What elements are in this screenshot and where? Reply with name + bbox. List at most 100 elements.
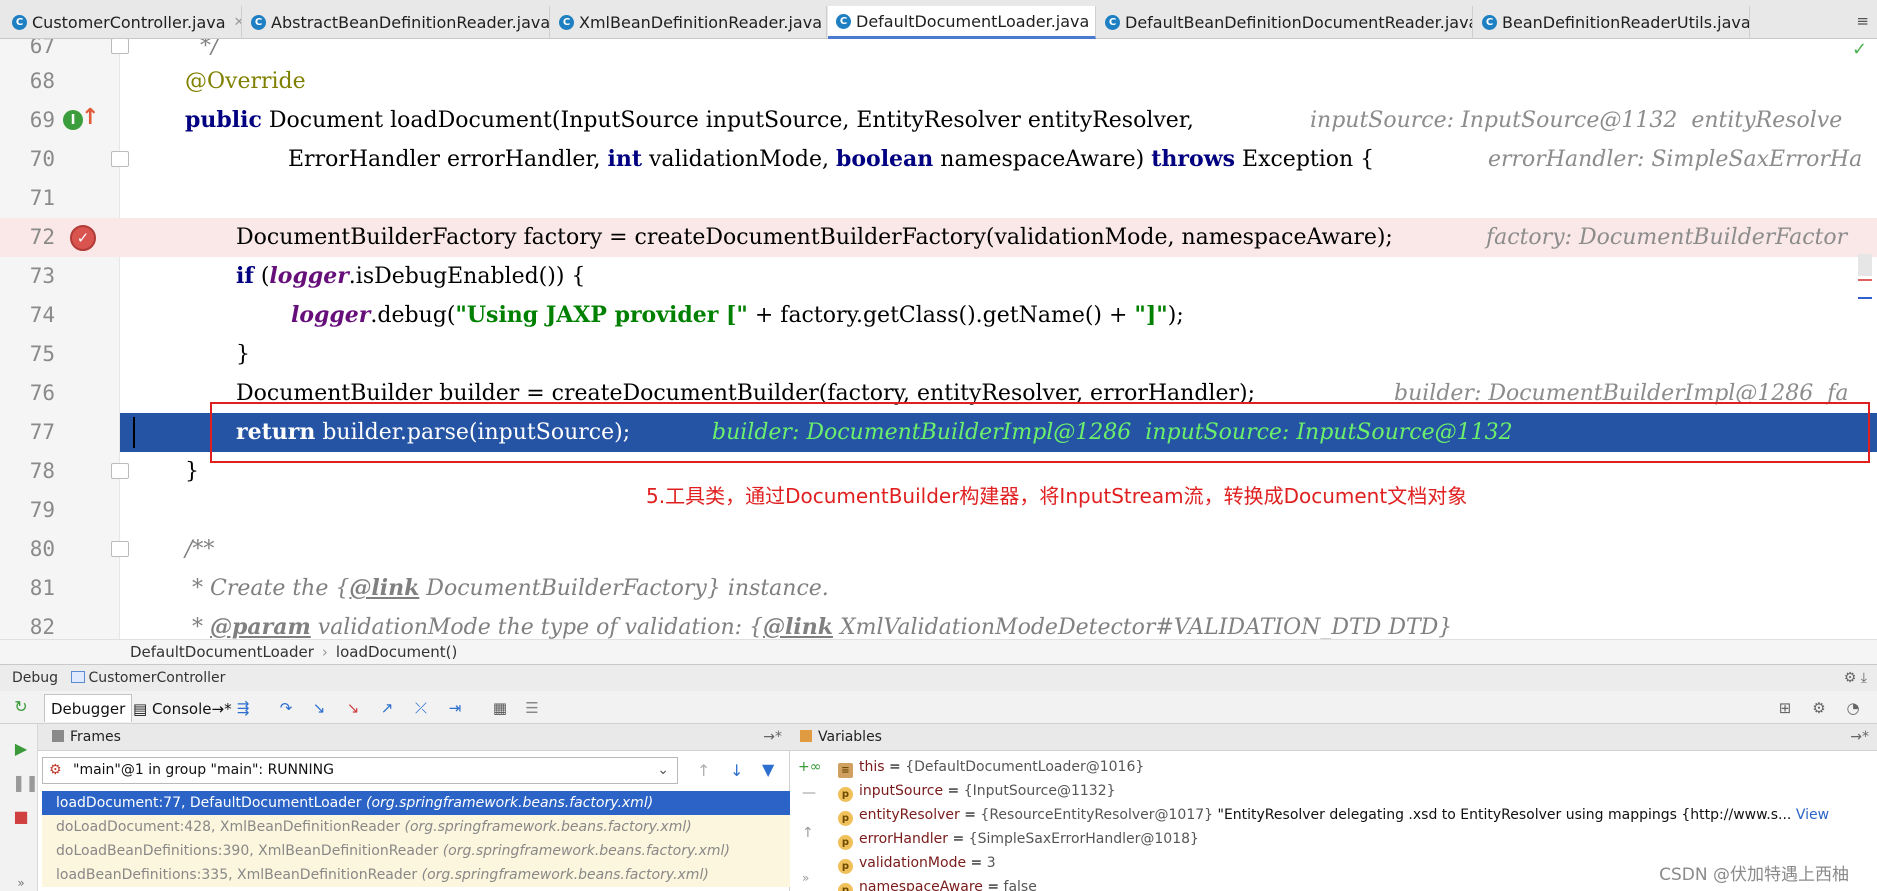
stop-icon[interactable]: ■ bbox=[12, 808, 30, 826]
tab-bean-definition-reader-utils[interactable]: C BeanDefinitionReaderUtils.java ✕ bbox=[1474, 6, 1750, 39]
tab-default-bean-definition-document-reader[interactable]: C DefaultBeanDefinitionDocumentReader.ja… bbox=[1097, 6, 1473, 39]
inspection-ok-icon[interactable]: ✓ bbox=[1852, 39, 1867, 60]
frame-row[interactable]: doLoadBeanDefinitions:390, XmlBeanDefini… bbox=[42, 839, 790, 863]
code-line: 70 ErrorHandler errorHandler, int valida… bbox=[0, 140, 1877, 179]
code-text: if (logger.isDebugEnabled()) { bbox=[236, 257, 585, 296]
fold-marker-icon[interactable] bbox=[111, 151, 129, 167]
view-link[interactable]: View bbox=[1796, 807, 1829, 823]
javadoc-tag: @link bbox=[349, 575, 420, 601]
tab-overflow-icon[interactable]: ≡ bbox=[1856, 12, 1869, 30]
javadoc-tag: @param bbox=[210, 614, 311, 639]
close-icon[interactable]: ✕ bbox=[234, 15, 241, 30]
thread-label: "main"@1 in group "main": RUNNING bbox=[73, 762, 334, 778]
tab-customer-controller[interactable]: C CustomerController.java ✕ bbox=[4, 6, 242, 39]
inline-debug-hint: builder: DocumentBuilderImpl@1286 inputS… bbox=[712, 420, 1513, 445]
line-number: 82 bbox=[29, 615, 55, 639]
tab-abstract-bean-definition-reader[interactable]: C AbstractBeanDefinitionReader.java ✕ bbox=[243, 6, 550, 39]
frame-up-icon[interactable]: ↑ bbox=[697, 761, 710, 780]
breadcrumb-separator-icon: › bbox=[321, 643, 328, 661]
code-segment: validationMode, bbox=[642, 147, 836, 172]
arrow-up-icon[interactable]: ↑ bbox=[81, 106, 99, 130]
settings-gear-icon[interactable]: ⚙ ⤓ bbox=[1844, 665, 1867, 691]
watermark: CSDN @伏加特遇上西柚 bbox=[1659, 865, 1849, 885]
code-line: 75 } bbox=[0, 335, 1877, 374]
step-out-icon[interactable]: ↗ bbox=[377, 698, 397, 718]
frames-title: Frames bbox=[70, 729, 121, 745]
force-step-into-icon[interactable]: ↘ bbox=[343, 698, 363, 718]
console-icon: ▤ bbox=[133, 700, 152, 718]
tab-label: DefaultDocumentLoader.java bbox=[856, 11, 1090, 31]
annotation-note: 5.工具类，通过DocumentBuilder构建器，将InputStream流… bbox=[646, 484, 1468, 508]
panel-pin-icon[interactable]: →* bbox=[1850, 724, 1869, 750]
frames-panel: ⚙ "main"@1 in group "main": RUNNING ⌄ ↑ … bbox=[38, 751, 790, 891]
fold-marker-icon[interactable] bbox=[111, 463, 129, 479]
variable-row[interactable]: ›pentityResolver = {ResourceEntityResolv… bbox=[838, 803, 1868, 827]
variable-row[interactable]: ›perrorHandler = {SimpleSaxErrorHandler@… bbox=[838, 827, 1868, 851]
scrollbar-thumb[interactable] bbox=[1858, 254, 1872, 276]
keyword: return bbox=[236, 419, 316, 445]
frame-row[interactable]: loadDocument:77, DefaultDocumentLoader (… bbox=[42, 791, 790, 815]
comment-text: * @param validationMode the type of vali… bbox=[185, 608, 1452, 639]
current-line-stripe-mark[interactable] bbox=[1858, 297, 1872, 299]
code-line: 81 * Create the {@link DocumentBuilderFa… bbox=[0, 569, 1877, 608]
more-icon[interactable]: » bbox=[802, 871, 809, 885]
breadcrumb-class[interactable]: DefaultDocumentLoader bbox=[130, 643, 314, 661]
code-text: return builder.parse(inputSource); bbox=[236, 413, 630, 452]
tab-default-document-loader[interactable]: C DefaultDocumentLoader.java ✕ bbox=[828, 6, 1096, 39]
rerun-icon[interactable]: ↻ bbox=[12, 698, 30, 716]
variable-row[interactable]: ›≡this = {DefaultDocumentLoader@1016} bbox=[838, 755, 1868, 779]
panel-pin-icon[interactable]: →* bbox=[763, 724, 782, 750]
annotation-text: @Override bbox=[185, 69, 306, 94]
code-segment: .debug( bbox=[370, 303, 456, 328]
implements-method-icon[interactable]: I bbox=[63, 110, 83, 130]
code-segment: ); bbox=[1167, 303, 1184, 328]
variable-name: errorHandler bbox=[859, 831, 949, 847]
show-execution-point-icon[interactable]: ⇶ bbox=[233, 698, 253, 718]
run-config-label[interactable]: CustomerController bbox=[70, 670, 225, 686]
pause-icon[interactable]: ❚❚ bbox=[12, 774, 39, 792]
run-to-cursor-icon[interactable]: ⇥ bbox=[445, 698, 465, 718]
more-icon[interactable]: » bbox=[12, 874, 30, 891]
inline-debug-hint: inputSource: InputSource@1132 entityReso… bbox=[1310, 108, 1843, 133]
resume-icon[interactable]: ▶ bbox=[12, 740, 30, 758]
breadcrumb-method[interactable]: loadDocument() bbox=[336, 643, 457, 661]
comment-text: * Create the {@link DocumentBuilderFacto… bbox=[185, 569, 829, 608]
evaluate-icon[interactable]: +∞ bbox=[798, 759, 821, 775]
error-stripe-mark[interactable] bbox=[1858, 279, 1872, 281]
tab-xml-bean-definition-reader[interactable]: C XmlBeanDefinitionReader.java ✕ bbox=[551, 6, 827, 39]
trace-icon[interactable]: ☰ bbox=[522, 698, 542, 718]
java-class-icon: C bbox=[12, 15, 27, 30]
tab-console[interactable]: ▤ Console→* bbox=[126, 694, 239, 722]
run-config-icon bbox=[70, 671, 85, 683]
tab-debugger[interactable]: Debugger bbox=[44, 694, 133, 722]
move-up-icon[interactable]: ↑ bbox=[802, 825, 814, 841]
step-into-icon[interactable]: ↘ bbox=[309, 698, 329, 718]
code-editor[interactable]: 67 */ 68 @Override 69 I ↑ public Documen… bbox=[0, 39, 1877, 639]
filter-icon[interactable]: ▼ bbox=[762, 760, 774, 779]
line-number: 77 bbox=[29, 420, 55, 444]
thread-selector[interactable]: ⚙ "main"@1 in group "main": RUNNING ⌄ bbox=[42, 757, 678, 784]
fold-marker-icon[interactable] bbox=[111, 541, 129, 557]
variable-value: {DefaultDocumentLoader@1016} bbox=[905, 759, 1145, 775]
tab-label: DefaultBeanDefinitionDocumentReader.java bbox=[1125, 13, 1473, 32]
frame-down-icon[interactable]: ↓ bbox=[730, 761, 743, 780]
variable-row[interactable]: ›pinputSource = {InputSource@1132} bbox=[838, 779, 1868, 803]
thread-icon: ⚙ bbox=[49, 762, 62, 778]
fold-marker-icon[interactable] bbox=[111, 39, 129, 54]
mute-breakpoints-icon[interactable]: ◔ bbox=[1843, 698, 1863, 718]
code-segment: namespaceAware) bbox=[933, 147, 1152, 172]
debug-toolbar: ↻ Debugger ▤ Console→* ⇶ ↷ ↘ ↘ ↗ ⤫ ⇥ ▦ ☰… bbox=[0, 691, 1877, 724]
evaluate-expression-icon[interactable]: ▦ bbox=[490, 698, 510, 718]
settings-icon[interactable]: ⚙ bbox=[1809, 698, 1829, 718]
keyword: public bbox=[185, 107, 262, 133]
drop-frame-icon[interactable]: ⤫ bbox=[411, 698, 431, 718]
code-line: 73 if (logger.isDebugEnabled()) { bbox=[0, 257, 1877, 296]
keyword: boolean bbox=[835, 146, 934, 172]
frame-method: doLoadDocument:428, XmlBeanDefinitionRea… bbox=[56, 819, 401, 835]
remove-watch-icon[interactable]: — bbox=[802, 785, 816, 801]
step-over-icon[interactable]: ↷ bbox=[276, 698, 296, 718]
breakpoint-check-icon[interactable]: ✓ bbox=[70, 225, 96, 251]
frame-row[interactable]: loadBeanDefinitions:335, XmlBeanDefiniti… bbox=[42, 863, 790, 887]
restore-layout-icon[interactable]: ⊞ bbox=[1775, 698, 1795, 718]
frame-row[interactable]: doLoadDocument:428, XmlBeanDefinitionRea… bbox=[42, 815, 790, 839]
